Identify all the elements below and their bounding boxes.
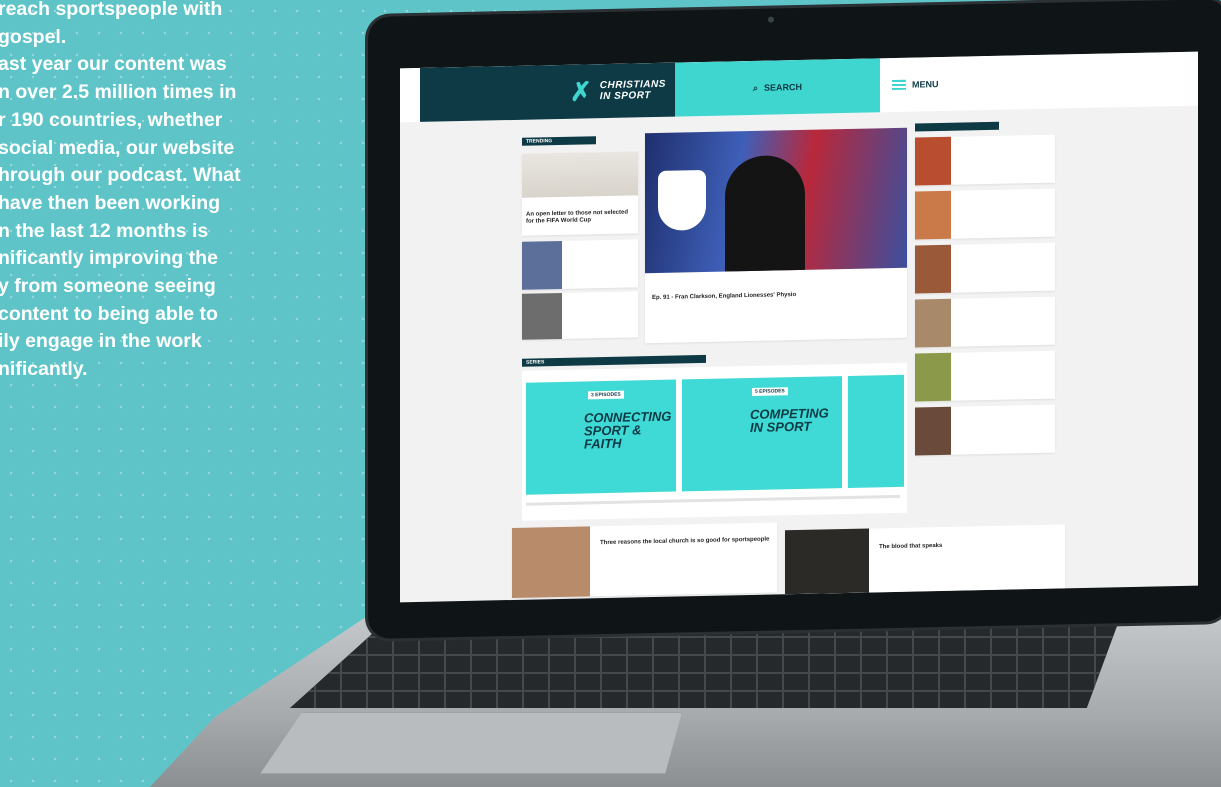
list-item[interactable] bbox=[915, 350, 1055, 402]
laptop-trackpad bbox=[260, 712, 682, 774]
hamburger-icon bbox=[892, 79, 906, 91]
series-panel: 3 EPISODES CONNECTING SPORT & FAITH 5 EP… bbox=[522, 362, 907, 521]
menu-label: MENU bbox=[912, 79, 939, 90]
copy-line: have then been working bbox=[0, 191, 221, 214]
laptop-lid: ✗ CHRISTIANS IN SPORT ⌕ SEARCH MENU TREN… bbox=[368, 0, 1221, 640]
plane-image bbox=[522, 151, 638, 198]
series-tile-title: COMPETING IN SPORT bbox=[750, 405, 829, 436]
article-thumbnail bbox=[785, 528, 869, 595]
article-thumbnail bbox=[915, 406, 951, 456]
list-item[interactable] bbox=[915, 188, 1055, 240]
article-title: The blood that speaks bbox=[879, 542, 943, 551]
logo-icon: ✗ bbox=[570, 75, 592, 107]
article-title: Three reasons the local church is so goo… bbox=[600, 536, 770, 547]
series-tile-label: 3 EPISODES bbox=[588, 390, 624, 400]
article-thumbnail bbox=[915, 298, 951, 348]
list-item[interactable] bbox=[915, 404, 1055, 456]
article-thumbnail bbox=[522, 292, 562, 340]
copy-line: ily engage in the work bbox=[0, 330, 202, 353]
copy-line: r 190 countries, whether bbox=[0, 108, 223, 131]
copy-line: hrough our podcast. What bbox=[0, 164, 241, 187]
copy-line: social media, our website bbox=[0, 136, 235, 159]
search-icon: ⌕ bbox=[752, 82, 759, 93]
copy-line: ast year our content was bbox=[0, 53, 227, 76]
site-header: ✗ CHRISTIANS IN SPORT ⌕ SEARCH MENU bbox=[400, 51, 1198, 123]
article-card[interactable]: Three reasons the local church is so goo… bbox=[512, 522, 777, 598]
series-tile-title: CONNECTING SPORT & FAITH bbox=[584, 408, 672, 452]
series-tile[interactable]: 3 EPISODES CONNECTING SPORT & FAITH bbox=[526, 379, 676, 495]
laptop-screen: ✗ CHRISTIANS IN SPORT ⌕ SEARCH MENU TREN… bbox=[400, 51, 1198, 603]
article-thumbnail bbox=[915, 244, 951, 294]
england-badge-icon bbox=[658, 169, 706, 231]
marketing-copy: reach sportspeople with gospel. ast year… bbox=[0, 0, 328, 384]
logo-text: CHRISTIANS IN SPORT bbox=[599, 78, 666, 103]
list-item[interactable] bbox=[522, 291, 638, 340]
article-thumbnail bbox=[915, 190, 951, 240]
article-thumbnail bbox=[512, 526, 590, 598]
right-column-heading bbox=[915, 121, 999, 132]
search-label: SEARCH bbox=[764, 81, 803, 93]
article-thumbnail bbox=[915, 352, 951, 402]
series-heading: SERIES bbox=[522, 354, 706, 367]
trending-feature-title: An open letter to those not selected for… bbox=[526, 209, 629, 225]
trending-feature-card[interactable]: An open letter to those not selected for… bbox=[522, 151, 638, 236]
webcam-icon bbox=[768, 16, 774, 23]
site-logo[interactable]: ✗ CHRISTIANS IN SPORT bbox=[420, 62, 675, 122]
copy-line: nificantly. bbox=[0, 358, 88, 381]
copy-line: reach sportspeople with bbox=[0, 0, 223, 20]
series-tile-label: 5 EPISODES bbox=[752, 387, 788, 396]
series-scrollbar[interactable] bbox=[526, 494, 900, 506]
copy-line: y from someone seeing bbox=[0, 275, 216, 298]
series-tile[interactable]: 5 EPISODES COMPETING IN SPORT bbox=[682, 376, 842, 492]
copy-line: nificantly improving the bbox=[0, 247, 218, 270]
search-button[interactable]: ⌕ SEARCH bbox=[675, 58, 880, 117]
copy-line: n over 2.5 million times in bbox=[0, 81, 237, 104]
copy-line: content to being able to bbox=[0, 302, 218, 325]
hero-person-image bbox=[725, 154, 805, 272]
copy-line: gospel. bbox=[0, 25, 67, 48]
article-thumbnail bbox=[915, 136, 951, 186]
trending-heading: TRENDING bbox=[522, 136, 596, 146]
article-card[interactable]: The blood that speaks bbox=[785, 524, 1065, 595]
copy-line: n the last 12 months is bbox=[0, 219, 209, 242]
series-tile[interactable] bbox=[848, 374, 904, 488]
article-thumbnail bbox=[522, 240, 562, 290]
list-item[interactable] bbox=[915, 242, 1055, 294]
list-item[interactable] bbox=[915, 296, 1055, 348]
list-item[interactable] bbox=[522, 239, 638, 290]
menu-button[interactable]: MENU bbox=[880, 56, 992, 112]
list-item[interactable] bbox=[915, 134, 1055, 186]
